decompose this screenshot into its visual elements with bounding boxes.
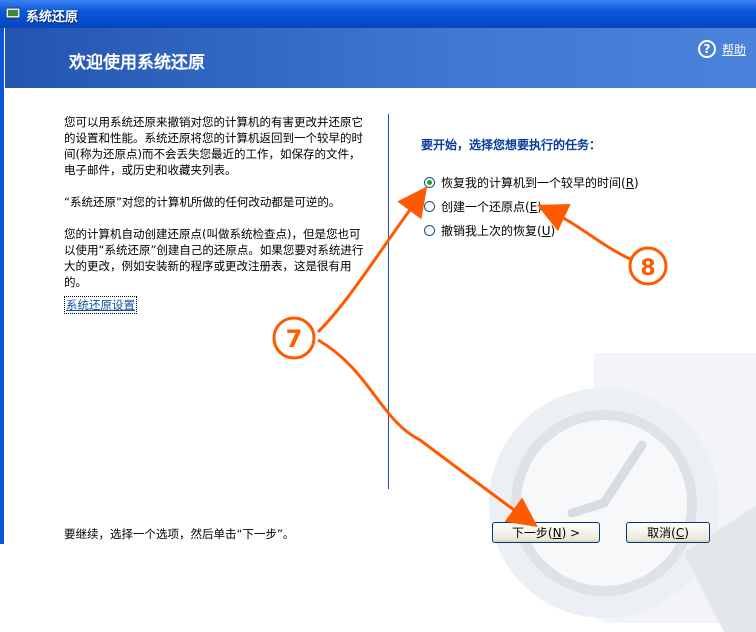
description-paragraph-3: 您的计算机自动创建还原点(叫做系统检查点)，但是您也可以使用“系统还原”创建自己… <box>64 227 364 289</box>
option-create-point-key: E <box>529 199 538 214</box>
system-restore-app-icon <box>5 7 21 20</box>
page-title: 欢迎使用系统还原 <box>69 53 205 73</box>
task-prompt: 要开始，选择您想要执行的任务： <box>421 138 602 152</box>
radio-restore[interactable] <box>424 176 435 188</box>
title-bar[interactable]: 系统还原 <box>0 0 756 28</box>
clock-watermark-icon <box>489 353 756 632</box>
cancel-button[interactable]: 取消(C) <box>626 522 710 543</box>
option-restore-label: 恢复我的计算机到一个较早的时间 <box>441 175 622 190</box>
option-restore[interactable]: 恢复我的计算机到一个较早的时间(R) <box>424 170 639 194</box>
radio-create-point[interactable] <box>424 200 435 212</box>
question-icon[interactable]: ? <box>697 40 716 58</box>
option-create-point[interactable]: 创建一个还原点(E) <box>424 194 639 218</box>
radio-undo-restore[interactable] <box>424 224 435 236</box>
next-button[interactable]: 下一步(N) > <box>492 522 600 543</box>
option-undo-restore-key: U <box>541 223 551 238</box>
footer-instruction: 要继续，选择一个选项，然后单击“下一步”。 <box>64 527 295 541</box>
cancel-button-label: 取消 <box>647 526 672 540</box>
task-options: 恢复我的计算机到一个较早的时间(R) 创建一个还原点(E) 撤销我上次的恢复(U… <box>424 170 639 242</box>
next-button-label: 下一步 <box>511 526 548 540</box>
help-button[interactable]: ? 帮助 <box>697 40 746 58</box>
banner: 欢迎使用系统还原 ? 帮助 <box>5 28 756 88</box>
description-text: 您可以用系统还原来撤销对您的计算机的有害更改并还原它的设置和性能。系统还原将您的… <box>64 114 364 306</box>
option-restore-key: R <box>625 175 635 190</box>
help-link[interactable]: 帮助 <box>722 41 746 58</box>
cancel-button-key: C <box>675 525 685 540</box>
next-button-key: N <box>552 525 562 540</box>
description-paragraph-1: 您可以用系统还原来撤销对您的计算机的有害更改并还原它的设置和性能。系统还原将您的… <box>64 115 363 177</box>
window-title: 系统还原 <box>26 10 79 25</box>
description-paragraph-2: “系统还原”对您的计算机所做的任何改动都是可逆的。 <box>64 195 341 209</box>
option-undo-restore-label: 撤销我上次的恢复 <box>441 223 538 238</box>
system-restore-settings-link[interactable]: 系统还原设置 <box>64 296 137 314</box>
option-undo-restore[interactable]: 撤销我上次的恢复(U) <box>424 218 639 242</box>
option-create-point-label: 创建一个还原点 <box>441 199 526 214</box>
main-panel: 您可以用系统还原来撤销对您的计算机的有害更改并还原它的设置和性能。系统还原将您的… <box>4 88 756 632</box>
vertical-divider <box>388 114 389 489</box>
